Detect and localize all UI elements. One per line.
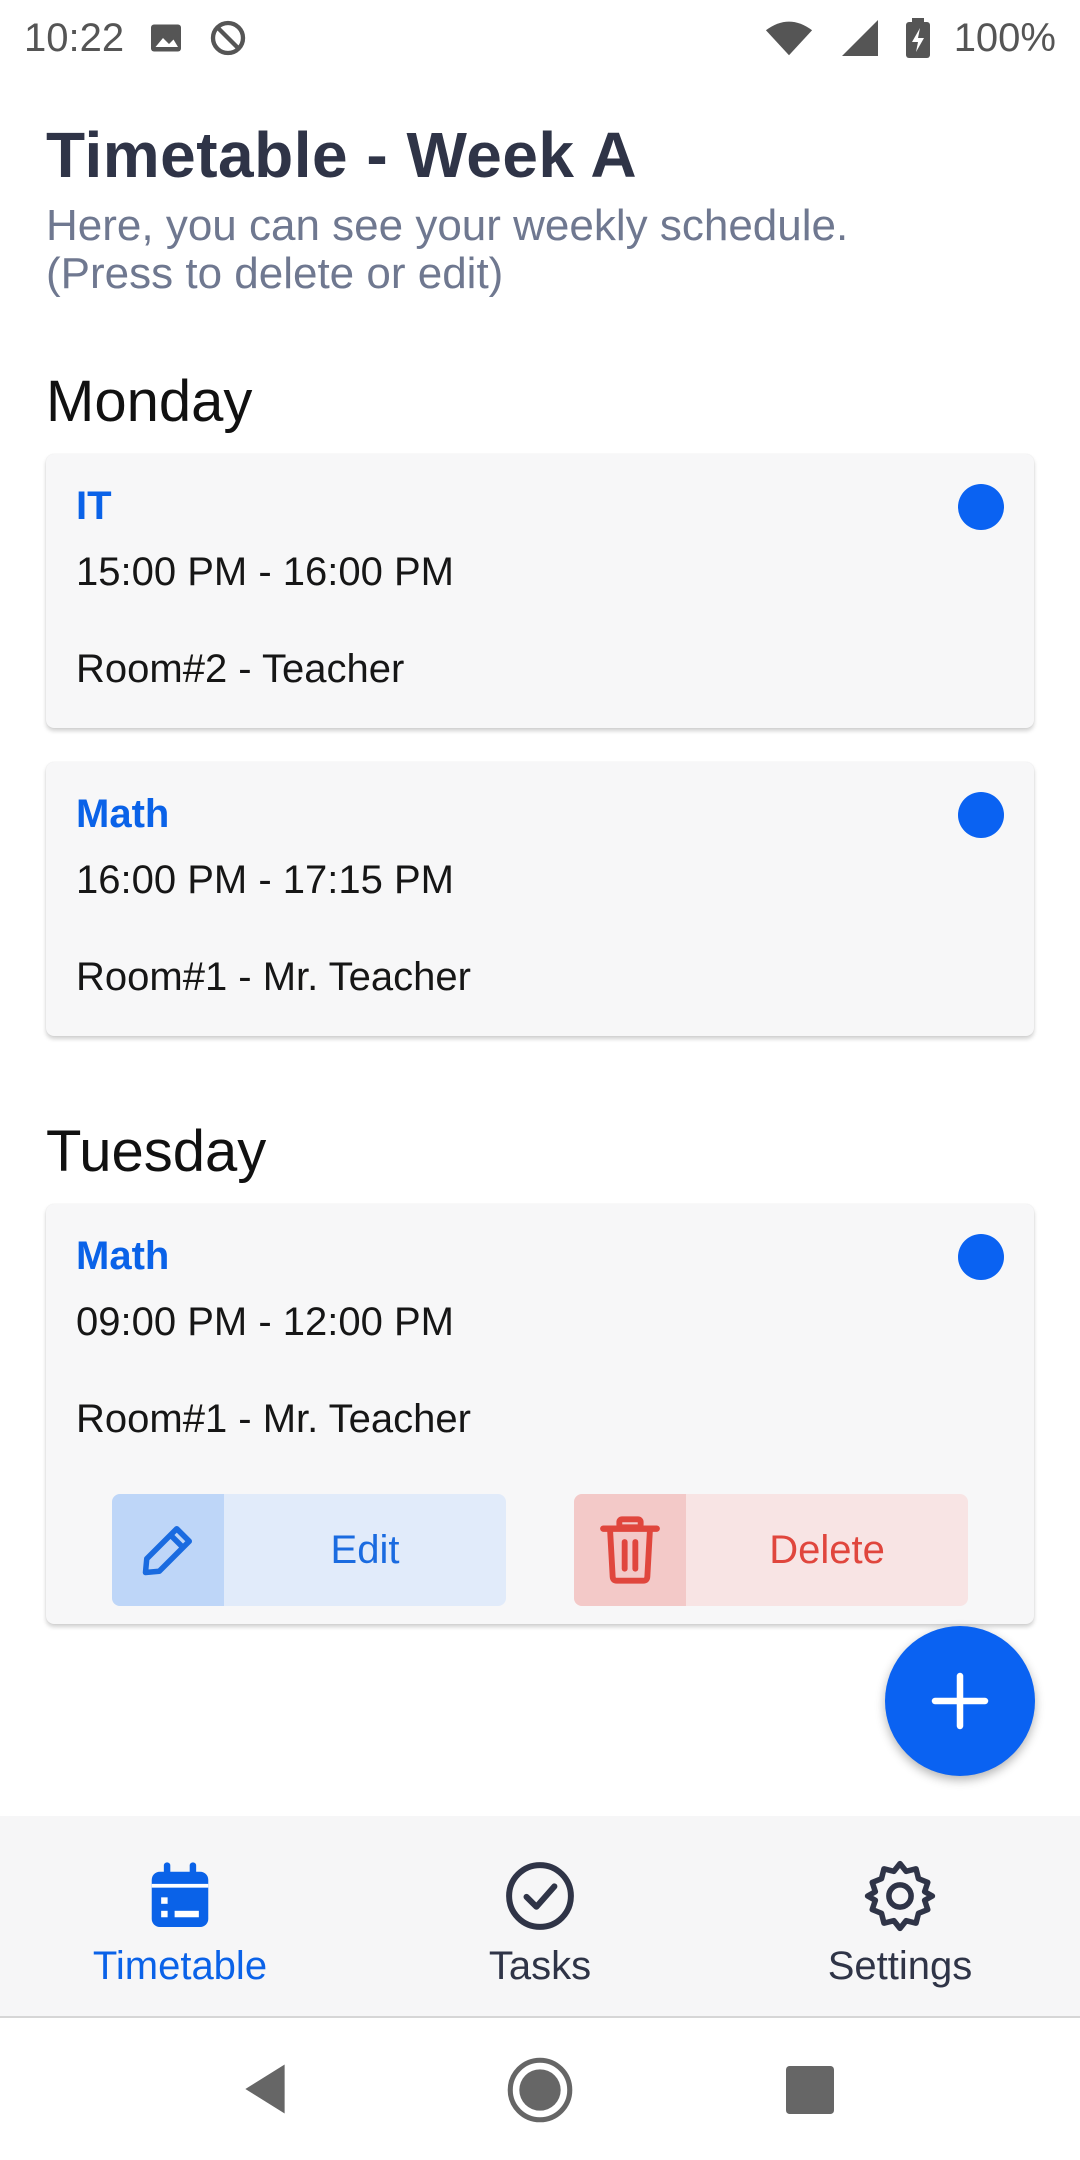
class-room: Room#2 - Teacher [76, 647, 405, 691]
status-time: 10:22 [24, 15, 125, 60]
page-title: Timetable - Week A [46, 119, 638, 191]
class-card[interactable]: Math 16:00 PM - 17:15 PM Room#1 - Mr. Te… [46, 762, 1034, 1036]
nav-item-settings[interactable]: Settings [720, 1816, 1080, 2016]
class-time: 16:00 PM - 17:15 PM [76, 858, 454, 902]
calendar-icon [140, 1856, 220, 1936]
color-dot-icon [958, 792, 1004, 838]
pencil-icon [112, 1494, 224, 1606]
day-heading-monday: Monday [46, 369, 253, 434]
nav-label-timetable: Timetable [92, 1944, 268, 1988]
delete-button[interactable]: Delete [574, 1494, 968, 1606]
recents-icon[interactable] [786, 2066, 834, 2114]
app-screen: 10:22 100% Timetable - Week A Here, you … [0, 0, 1080, 2160]
class-card[interactable]: IT 15:00 PM - 16:00 PM Room#2 - Teacher [46, 454, 1034, 728]
trash-icon [574, 1494, 686, 1606]
do-not-disturb-icon [208, 18, 248, 58]
class-time: 15:00 PM - 16:00 PM [76, 550, 454, 594]
check-circle-icon [500, 1856, 580, 1936]
delete-button-label: Delete [769, 1527, 885, 1572]
nav-item-tasks[interactable]: Tasks [360, 1816, 720, 2016]
add-class-button[interactable] [885, 1626, 1035, 1776]
nav-label-tasks: Tasks [488, 1944, 592, 1988]
nav-label-settings: Settings [827, 1944, 973, 1988]
class-room: Room#1 - Mr. Teacher [76, 1397, 471, 1441]
page-subtitle: Here, you can see your weekly schedule. … [46, 202, 1046, 298]
class-time: 09:00 PM - 12:00 PM [76, 1300, 454, 1344]
gear-icon [860, 1856, 940, 1936]
class-subject: Math [76, 1234, 170, 1278]
bottom-navigation: Timetable Tasks Settings [0, 1816, 1080, 2018]
subtitle-line-1: Here, you can see your weekly schedule. [46, 201, 849, 250]
battery-percent: 100% [953, 15, 1056, 60]
class-room: Room#1 - Mr. Teacher [76, 955, 471, 999]
signal-icon [838, 18, 882, 58]
status-bar: 10:22 100% [0, 0, 1080, 76]
subtitle-line-2: (Press to delete or edit) [46, 249, 504, 298]
edit-button-label: Edit [330, 1527, 400, 1572]
edit-button[interactable]: Edit [112, 1494, 506, 1606]
nav-item-timetable[interactable]: Timetable [0, 1816, 360, 2016]
class-subject: IT [76, 484, 112, 528]
wifi-icon [764, 18, 814, 58]
plus-icon [931, 1672, 989, 1730]
color-dot-icon [958, 484, 1004, 530]
back-icon[interactable] [240, 2062, 290, 2116]
battery-icon [905, 18, 930, 58]
system-navigation-bar [0, 2018, 1080, 2160]
class-card-expanded[interactable]: Math 09:00 PM - 12:00 PM Room#1 - Mr. Te… [46, 1204, 1034, 1624]
class-subject: Math [76, 792, 170, 836]
day-heading-tuesday: Tuesday [46, 1119, 267, 1184]
color-dot-icon [958, 1234, 1004, 1280]
image-icon [148, 20, 184, 56]
home-icon[interactable] [506, 2056, 574, 2124]
